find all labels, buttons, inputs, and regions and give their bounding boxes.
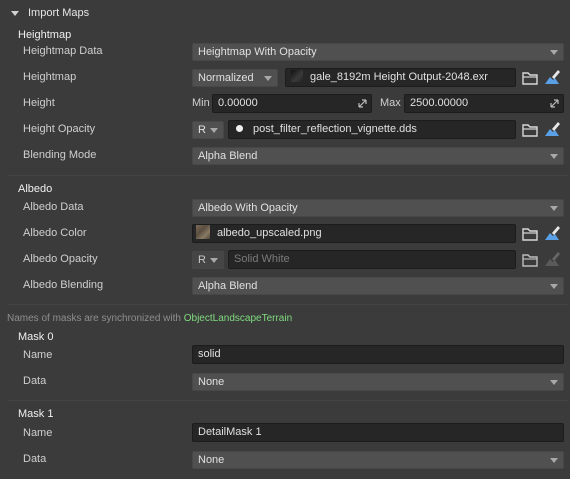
heightmap-file-value: gale_8192m Height Output-2048.exr bbox=[310, 71, 488, 83]
edit-image-icon[interactable] bbox=[543, 224, 561, 242]
mask0-data-value: None bbox=[198, 376, 225, 388]
import-maps-title: Import Maps bbox=[28, 7, 90, 19]
albedo-thumbnail bbox=[196, 225, 210, 240]
folder-icon[interactable] bbox=[521, 69, 539, 87]
edit-image-icon[interactable] bbox=[543, 120, 561, 138]
chevron-down-icon bbox=[210, 258, 218, 263]
albedo-color-file-field[interactable]: albedo_upscaled.png bbox=[192, 224, 516, 243]
albedo-blending-value: Alpha Blend bbox=[198, 280, 258, 292]
chevron-down-icon bbox=[210, 128, 218, 133]
height-opacity-channel-value: R bbox=[198, 124, 206, 136]
height-label: Height bbox=[23, 97, 55, 109]
chevron-down-icon bbox=[550, 380, 558, 385]
albedo-color-file-value: albedo_upscaled.png bbox=[217, 227, 322, 239]
edit-image-icon[interactable] bbox=[543, 68, 561, 86]
chevron-down-icon bbox=[550, 154, 558, 159]
mask1-name-label: Name bbox=[23, 427, 53, 439]
divider bbox=[8, 304, 568, 305]
chevron-down-icon bbox=[264, 76, 272, 81]
albedo-opacity-label: Albedo Opacity bbox=[23, 253, 98, 265]
blending-mode-value: Alpha Blend bbox=[198, 150, 258, 162]
mask1-name-value: DetailMask 1 bbox=[198, 426, 262, 438]
height-max-value: 2500.00000 bbox=[410, 97, 469, 109]
divider bbox=[8, 175, 568, 176]
mask-sync-note: Names of masks are synchronized with Obj… bbox=[7, 313, 292, 324]
mask1-section-title: Mask 1 bbox=[18, 408, 54, 420]
heightmap-mode-dropdown[interactable]: Normalized bbox=[192, 69, 278, 87]
albedo-data-label: Albedo Data bbox=[23, 201, 84, 213]
heightmap-file-field[interactable]: gale_8192m Height Output-2048.exr bbox=[285, 68, 516, 87]
height-opacity-file-value: post_filter_reflection_vignette.dds bbox=[253, 123, 417, 135]
heightmap-thumbnail bbox=[291, 70, 303, 83]
albedo-data-dropdown[interactable]: Albedo With Opacity bbox=[192, 199, 564, 217]
slider-drag-icon[interactable] bbox=[550, 99, 559, 108]
height-opacity-file-field[interactable]: post_filter_reflection_vignette.dds bbox=[228, 120, 516, 139]
mask-sync-note-text: Names of masks are synchronized with bbox=[7, 313, 184, 324]
albedo-opacity-file-field[interactable]: Solid White bbox=[228, 250, 516, 269]
object-landscape-terrain-link[interactable]: ObjectLandscapeTerrain bbox=[184, 313, 292, 324]
divider bbox=[8, 400, 568, 401]
albedo-color-label: Albedo Color bbox=[23, 227, 87, 239]
folder-icon[interactable] bbox=[521, 121, 539, 139]
mask1-data-value: None bbox=[198, 454, 225, 466]
blending-mode-dropdown[interactable]: Alpha Blend bbox=[192, 147, 564, 165]
heightmap-label: Heightmap bbox=[23, 71, 77, 83]
albedo-section-title: Albedo bbox=[18, 183, 53, 195]
albedo-blending-label: Albedo Blending bbox=[23, 279, 104, 291]
collapse-caret-icon[interactable] bbox=[11, 10, 19, 16]
heightmap-section-title: Heightmap bbox=[18, 29, 72, 41]
albedo-opacity-channel-value: R bbox=[198, 254, 206, 266]
import-maps-panel: Import Maps Heightmap Heightmap Data Hei… bbox=[0, 0, 570, 479]
mask0-data-dropdown[interactable]: None bbox=[192, 373, 564, 391]
mask1-data-dropdown[interactable]: None bbox=[192, 451, 564, 469]
albedo-data-value: Albedo With Opacity bbox=[198, 202, 298, 214]
albedo-opacity-channel-dropdown[interactable]: R bbox=[192, 251, 224, 269]
import-maps-header[interactable]: Import Maps bbox=[0, 0, 570, 26]
mask0-name-label: Name bbox=[23, 349, 53, 361]
height-min-value: 0.00000 bbox=[218, 97, 258, 109]
height-opacity-channel-dropdown[interactable]: R bbox=[192, 121, 224, 139]
chevron-down-icon bbox=[550, 50, 558, 55]
albedo-blending-dropdown[interactable]: Alpha Blend bbox=[192, 277, 564, 295]
folder-icon[interactable] bbox=[521, 251, 539, 269]
heightmap-data-label: Heightmap Data bbox=[23, 45, 103, 57]
height-min-input[interactable]: 0.00000 bbox=[212, 94, 372, 113]
mask1-name-input[interactable]: DetailMask 1 bbox=[192, 423, 564, 442]
slider-drag-icon[interactable] bbox=[358, 99, 367, 108]
chevron-down-icon bbox=[550, 284, 558, 289]
folder-icon[interactable] bbox=[521, 225, 539, 243]
height-min-label: Min bbox=[192, 97, 210, 109]
mask0-data-label: Data bbox=[23, 375, 47, 387]
mask1-data-label: Data bbox=[23, 453, 47, 465]
height-max-label: Max bbox=[380, 97, 401, 109]
white-dot-icon bbox=[236, 124, 243, 132]
chevron-down-icon bbox=[550, 458, 558, 463]
heightmap-data-dropdown[interactable]: Heightmap With Opacity bbox=[192, 43, 564, 61]
edit-image-icon-disabled bbox=[545, 252, 560, 266]
mask0-section-title: Mask 0 bbox=[18, 331, 54, 343]
heightmap-data-value: Heightmap With Opacity bbox=[198, 46, 317, 58]
albedo-opacity-placeholder: Solid White bbox=[234, 253, 290, 265]
height-opacity-label: Height Opacity bbox=[23, 123, 96, 135]
chevron-down-icon bbox=[550, 206, 558, 211]
heightmap-mode-value: Normalized bbox=[198, 72, 254, 84]
blending-mode-label: Blending Mode bbox=[23, 149, 97, 161]
mask0-name-value: solid bbox=[198, 348, 221, 360]
mask0-name-input[interactable]: solid bbox=[192, 345, 564, 364]
height-max-input[interactable]: 2500.00000 bbox=[404, 94, 564, 113]
